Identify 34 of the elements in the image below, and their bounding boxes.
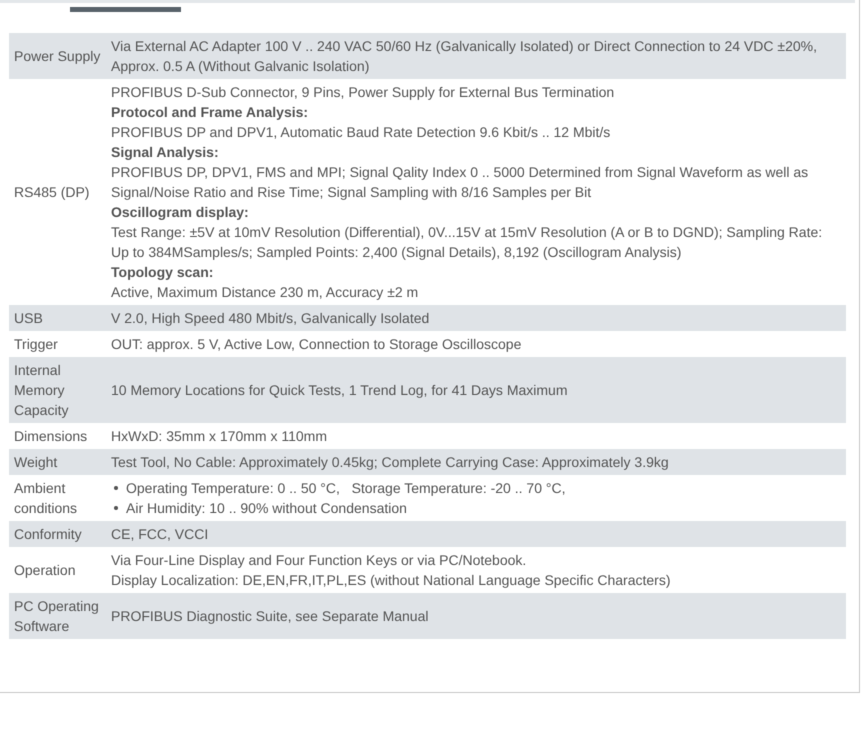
section-heading: Protocol and Frame Analysis: <box>111 103 310 122</box>
spec-value: Via External AC Adapter 100 V .. 240 VAC 50/60 Hz (Galvanically Isolated) or Direct Connection to 24 VDC ±20%, Approx. 0.5 A (Without Galvanic Isolation) <box>111 37 818 76</box>
spec-label: PC Operating Software <box>14 598 99 634</box>
spec-label: Conformity <box>14 526 82 542</box>
spec-value: Test Range: ±5V at 10mV Resolution (Differential), 0V...15V at 15mV Resolution (A or B to DGND); Sampling Rate: Up to 384MSamples/s; Sampled Points: 2,400 (Signal Details), 8,192 (Oscillogram Analysis) <box>111 223 824 262</box>
bullet-icon <box>114 486 118 490</box>
spec-label: Ambient conditions <box>14 480 78 516</box>
spec-label: Power Supply <box>14 48 100 64</box>
spec-value: Test Tool, No Cable: Approximately 0.45kg; Complete Carrying Case: Approximately 3.9kg <box>111 453 670 472</box>
spec-value: Display Localization: DE,EN,FR,IT,PL,ES (without National Language Specific Characters) <box>111 571 672 590</box>
section-heading: Topology scan: <box>111 263 214 282</box>
bullet-item: Operating Temperature: 0 .. 50 °C, Storage Temperature: -20 .. 70 °C, <box>126 479 566 498</box>
spec-value: HxWxD: 35mm x 170mm x 110mm <box>111 427 328 446</box>
spec-value: PROFIBUS D-Sub Connector, 9 Pins, Power Supply for External Bus Termination <box>111 83 616 102</box>
bullet-icon <box>114 506 118 510</box>
spec-label: Weight <box>14 454 58 470</box>
spec-value: PROFIBUS DP, DPV1, FMS and MPI; Signal Qality Index 0 .. 5000 Determined from Signal Waveform as well as Signal/Noise Ratio and Rise Time; Signal Sampling with 8/16 Samples per Bit <box>111 163 810 202</box>
spec-label: USB <box>14 310 43 326</box>
spec-value: V 2.0, High Speed 480 Mbit/s, Galvanically Isolated <box>111 309 430 328</box>
spec-value: PROFIBUS Diagnostic Suite, see Separate Manual <box>111 607 430 626</box>
spec-value: Via Four-Line Display and Four Function Keys or via PC/Notebook. <box>111 551 528 570</box>
spec-label: Internal Memory Capacity <box>14 362 68 418</box>
bullet-item: Air Humidity: 10 .. 90% without Condensation <box>126 499 407 518</box>
spec-value: Active, Maximum Distance 230 m, Accuracy ±2 m <box>111 283 420 302</box>
spec-value: PROFIBUS DP and DPV1, Automatic Baud Rate Detection 9.6 Kbit/s .. 12 Mbit/s <box>111 123 612 142</box>
spec-label: Trigger <box>14 336 58 352</box>
spec-value: CE, FCC, VCCI <box>111 525 210 544</box>
spec-value: 10 Memory Locations for Quick Tests, 1 Trend Log, for 41 Days Maximum <box>111 381 568 400</box>
spec-label: RS485 (DP) <box>14 184 90 200</box>
section-heading: Oscillogram display: <box>111 203 250 222</box>
spec-label: Operation <box>14 562 76 578</box>
spec-value: OUT: approx. 5 V, Active Low, Connection to Storage Oscilloscope <box>111 335 522 354</box>
section-heading: Signal Analysis: <box>111 143 220 162</box>
spec-label: Dimensions <box>14 428 88 444</box>
